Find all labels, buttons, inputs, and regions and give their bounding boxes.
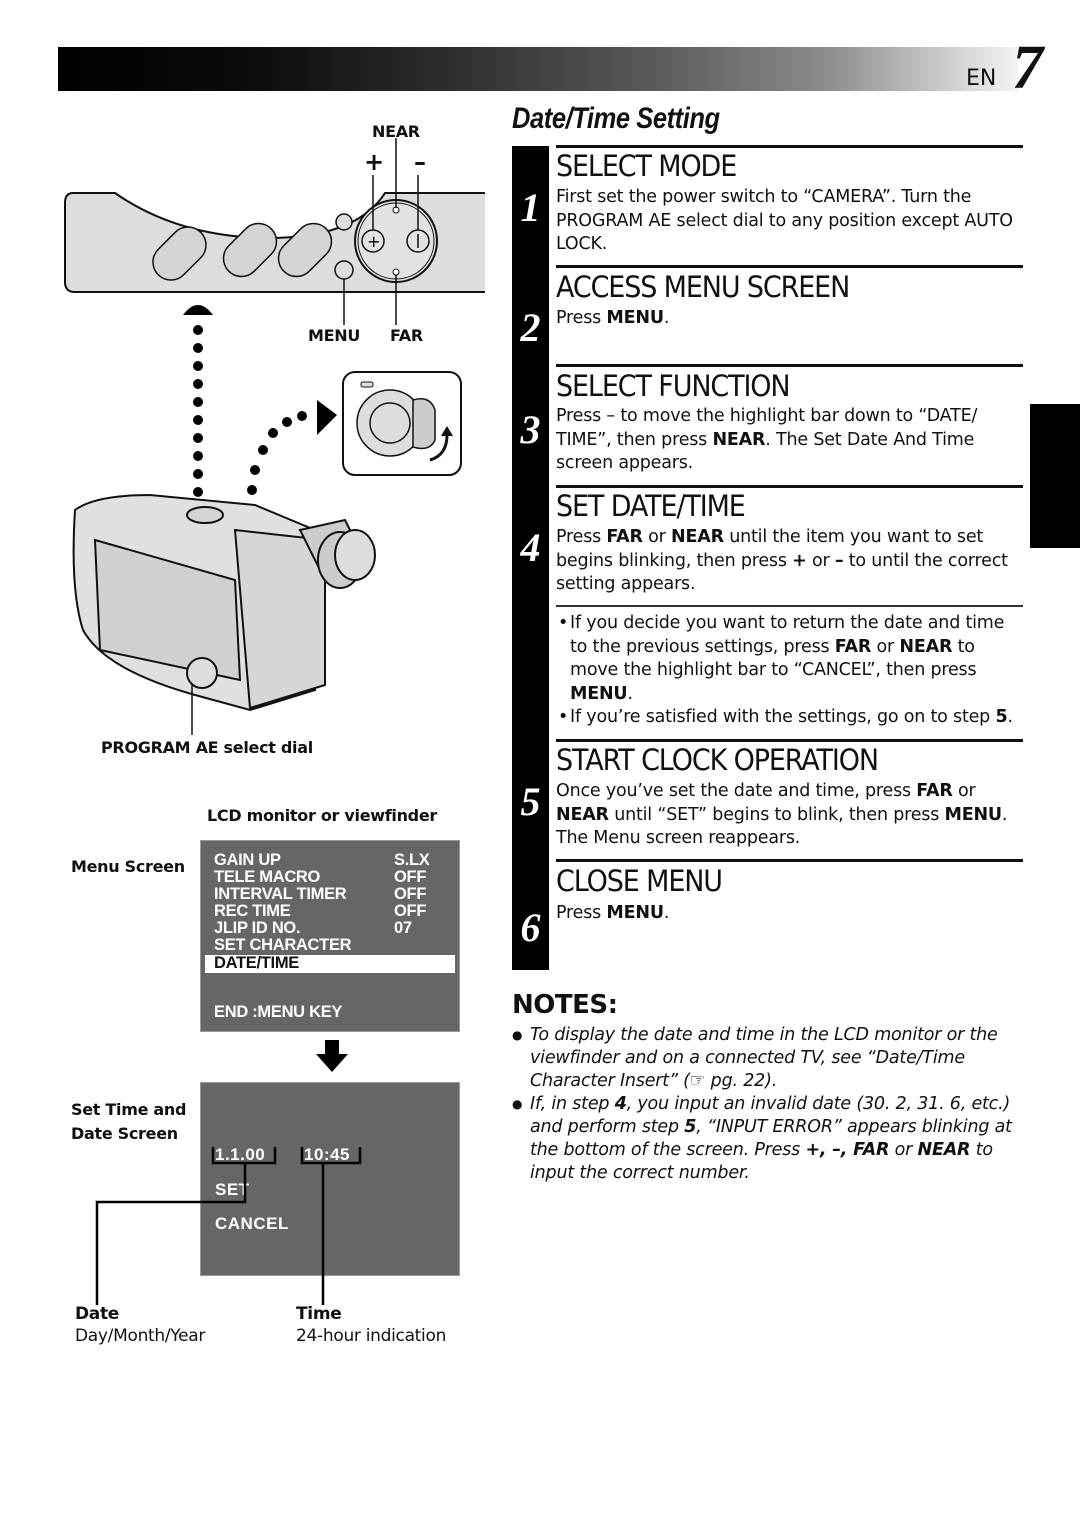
menu-row: GAIN UP S.LX — [214, 851, 430, 869]
header-band — [58, 47, 1018, 91]
menu-row-highlighted: DATE/TIME — [205, 955, 455, 973]
date-caption-title: Date — [75, 1304, 120, 1324]
notes-title: NOTES: — [512, 990, 618, 1020]
down-arrow-icon — [316, 1040, 348, 1072]
step-number: 5 — [520, 779, 541, 824]
step-title: SELECT FUNCTION — [556, 369, 791, 403]
step-number: 4 — [520, 525, 541, 570]
lcd-monitor-label: LCD monitor or viewfinder — [207, 806, 437, 825]
camcorder-body — [72, 493, 376, 712]
step-title: ACCESS MENU SCREEN — [556, 270, 850, 304]
step-number: 6 — [520, 905, 541, 950]
note-item: If, in step 4, you input an invalid date… — [512, 1093, 1027, 1185]
divider — [556, 145, 1023, 148]
step-number: 3 — [520, 407, 541, 452]
program-ae-dial-label: PROGRAM AE select dial — [101, 738, 313, 757]
step-number: 1 — [520, 185, 541, 230]
divider — [556, 265, 1023, 268]
menu-footer: END :MENU KEY — [214, 1003, 343, 1021]
language-label: EN — [966, 66, 997, 91]
side-tab — [1030, 404, 1080, 548]
control-panel-illustration: + — [64, 138, 485, 325]
camcorder-illustration: + — [64, 138, 485, 735]
dial-inset — [342, 371, 462, 476]
step-body: Press FAR or NEAR until the item you wan… — [556, 527, 1008, 594]
divider — [556, 364, 1023, 367]
step-body: Press MENU. — [556, 903, 670, 923]
step-title: SET DATE/TIME — [556, 489, 746, 523]
note-item: To display the date and time in the LCD … — [512, 1024, 1027, 1093]
bullet-item: If you’re satisfied with the settings, g… — [556, 706, 1026, 730]
menu-row: REC TIME OFF — [214, 902, 427, 920]
menu-screen: GAIN UP S.LX TELE MACRO OFF INTERVAL TIMER… — [200, 840, 460, 1032]
step-body: First set the power switch to “CAMERA”. … — [556, 187, 1013, 254]
datetime-screen-label-1: Set Time and — [71, 1100, 187, 1119]
step-number: 2 — [520, 305, 541, 350]
menu-row: JLIP ID NO. 07 — [214, 919, 412, 937]
divider — [556, 859, 1023, 862]
page-title: Date/Time Setting — [512, 102, 720, 135]
step-body: Once you’ve set the date and time, press… — [556, 781, 1008, 848]
menu-row: INTERVAL TIMER OFF — [214, 885, 427, 903]
step-title: START CLOCK OPERATION — [556, 743, 879, 777]
divider — [556, 739, 1023, 742]
time-caption-title: Time — [296, 1304, 342, 1324]
far-button-label: FAR — [390, 326, 423, 345]
step-body: Press MENU. — [556, 308, 670, 328]
divider — [556, 485, 1023, 488]
time-caption-desc: 24-hour indication — [296, 1326, 447, 1346]
bullet-item: If you decide you want to return the dat… — [556, 612, 1026, 706]
step-4-bullets: If you decide you want to return the dat… — [556, 612, 1026, 730]
menu-row: SET CHARACTER — [214, 936, 352, 954]
step-body: Press – to move the highlight bar down t… — [556, 406, 978, 473]
date-caption-desc: Day/Month/Year — [75, 1326, 206, 1346]
notes-list: To display the date and time in the LCD … — [512, 1024, 1027, 1185]
divider-thin — [556, 605, 1023, 607]
menu-screen-label: Menu Screen — [71, 857, 185, 876]
menu-row: TELE MACRO OFF — [214, 868, 427, 886]
step-title: SELECT MODE — [556, 149, 737, 183]
menu-button-label: MENU — [308, 326, 361, 345]
page-number: 7 — [1012, 34, 1043, 102]
callout-lines — [95, 1147, 362, 1305]
svg-text:+: + — [367, 232, 380, 251]
step-title: CLOSE MENU — [556, 864, 723, 898]
